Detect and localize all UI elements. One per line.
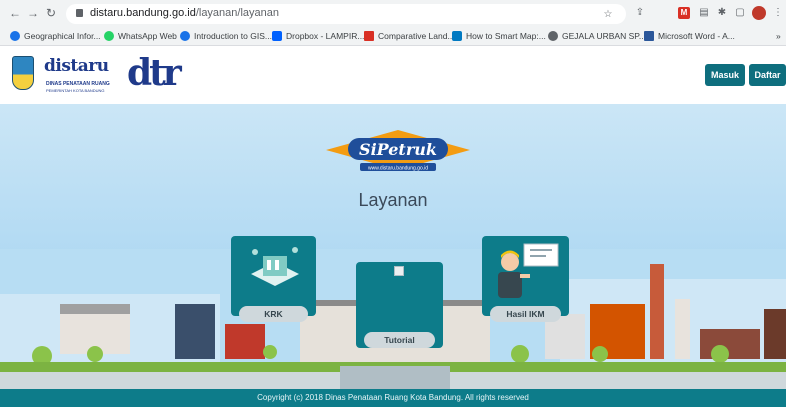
note-extension-icon[interactable]: ▤ [698,7,710,19]
logo-text: SiPetruk [359,140,437,159]
word-icon [644,31,654,41]
star-icon[interactable]: ☆ [602,9,614,21]
card-hasil-ikm[interactable]: Hasil IKM [482,236,569,322]
google-icon [10,31,20,41]
building-model-icon [251,247,299,286]
esri-icon [452,31,462,41]
overflow-label: » [776,31,781,41]
bookmark-label: Microsoft Word - A... [658,31,735,41]
bookmarks-bar: Geographical Infor... WhatsApp Web Intro… [0,27,786,45]
dtr-logo: dtr [127,52,182,94]
lock-icon [76,9,83,17]
bookmark-label: How to Smart Map:... [466,31,546,41]
layanan-section: SiPetruk www.distaru.bandung.go.id Layan… [0,104,786,389]
register-button[interactable]: Daftar [749,64,786,86]
bookmark-whatsapp[interactable]: WhatsApp Web [104,29,177,43]
card-label-tutorial: Tutorial [364,332,435,348]
bandung-seal-logo [12,56,34,90]
bookmark-dropbox[interactable]: Dropbox - LAMPIR... [272,29,364,43]
broken-image-icon [394,266,404,276]
copyright-text: Copyright (c) 2018 Dinas Penataan Ruang … [257,393,529,402]
gmail-extension-icon[interactable]: M [678,7,690,19]
document-icon [364,31,374,41]
browser-chrome: ← → ↻ distaru.bandung.go.id/layanan/laya… [0,0,786,46]
reload-icon[interactable]: ↻ [44,6,58,20]
card-label-krk: KRK [239,306,308,322]
url-path: /layanan/layanan [195,7,279,19]
puzzle-extension-icon[interactable]: ✱ [716,7,728,19]
logo-url: www.distaru.bandung.go.id [368,166,428,172]
page-title: Layanan [358,190,428,210]
bookmark-geographical[interactable]: Geographical Infor... [10,29,101,43]
bookmark-microsoft-word[interactable]: Microsoft Word - A... [644,29,735,43]
bookmark-smart-map[interactable]: How to Smart Map:... [452,29,546,43]
sidepanel-icon[interactable]: ▢ [734,7,746,19]
bookmark-label: Introduction to GIS... [194,31,272,41]
address-row: ← → ↻ distaru.bandung.go.id/layanan/laya… [0,2,786,26]
card-label-hasil-ikm: Hasil IKM [490,306,561,322]
brand-wordmark: distaru [44,56,109,76]
address-bar[interactable]: distaru.bandung.go.id/layanan/layanan ☆ [66,4,626,24]
brand-subtitle: DINAS PENATAAN RUANG [46,81,110,87]
bookmark-label: GEJALA URBAN SP... [562,31,646,41]
whatsapp-icon [104,31,114,41]
presenter-icon [498,243,559,298]
globe-icon [548,31,558,41]
sipetruk-logo-graphic: SiPetruk www.distaru.bandung.go.id [326,130,470,172]
login-button[interactable]: Masuk [705,64,745,86]
url-host: distaru.bandung.go.id [90,7,196,19]
share-icon[interactable]: ⇪ [634,7,646,19]
menu-icon[interactable]: ⋮ [772,7,784,19]
site-header: distaru DINAS PENATAAN RUANG PEMERINTAH … [0,46,786,104]
back-icon[interactable]: ← [8,6,22,20]
forward-icon[interactable]: → [26,6,40,20]
bookmark-label: Comparative Land... [378,31,455,41]
brand-subtitle-2: PEMERINTAH KOTA BANDUNG [46,88,105,93]
bookmarks-overflow[interactable]: » [776,29,781,43]
bookmark-label: Geographical Infor... [24,31,101,41]
sipetruk-logo: SiPetruk www.distaru.bandung.go.id [322,128,474,174]
footer: Copyright (c) 2018 Dinas Penataan Ruang … [0,389,786,407]
bookmark-intro-gis[interactable]: Introduction to GIS... [180,29,272,43]
url-text[interactable]: distaru.bandung.go.id/layanan/layanan [90,7,279,19]
bookmark-label: Dropbox - LAMPIR... [286,31,365,41]
bookmark-label: WhatsApp Web [118,31,177,41]
card-krk[interactable]: KRK [231,236,316,322]
bookmark-comparative-land[interactable]: Comparative Land... [364,29,455,43]
dropbox-icon [272,31,282,41]
profile-avatar[interactable] [752,6,766,20]
google-icon [180,31,190,41]
card-tutorial[interactable]: Tutorial [356,262,443,348]
bookmark-gejala-urban[interactable]: GEJALA URBAN SP... [548,29,646,43]
